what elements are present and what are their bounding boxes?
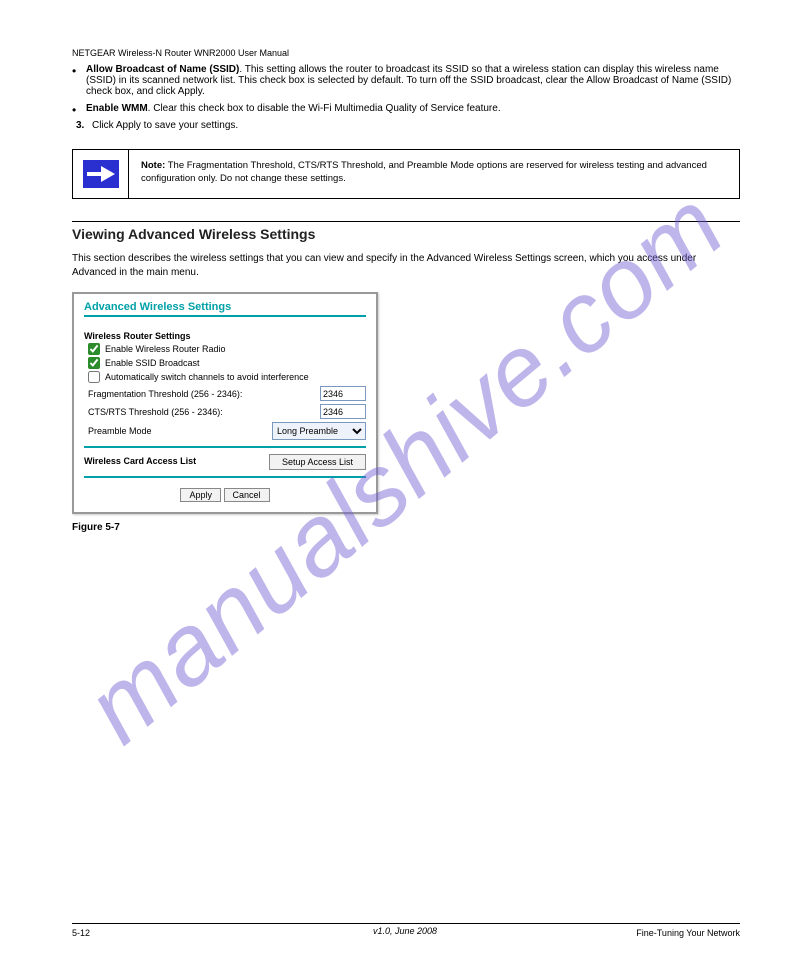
group-divider	[84, 476, 366, 478]
note-callout: Note: The Fragmentation Threshold, CTS/R…	[72, 149, 740, 199]
checkbox-row: Enable Wireless Router Radio	[88, 343, 366, 355]
section-heading: Viewing Advanced Wireless Settings	[72, 226, 740, 242]
enable-radio-checkbox[interactable]	[88, 343, 100, 355]
group-title: Wireless Router Settings	[84, 331, 366, 341]
enable-ssid-checkbox[interactable]	[88, 357, 100, 369]
bullet-item: Allow Broadcast of Name (SSID). This set…	[72, 64, 740, 97]
section-divider	[72, 221, 740, 222]
cts-threshold-input[interactable]	[320, 404, 366, 419]
setup-access-list-button[interactable]: Setup Access List	[269, 454, 366, 470]
checkbox-row: Automatically switch channels to avoid i…	[88, 371, 366, 383]
page-content: NETGEAR Wireless-N Router WNR2000 User M…	[72, 48, 740, 533]
checkbox-row: Enable SSID Broadcast	[88, 357, 366, 369]
field-row: CTS/RTS Threshold (256 - 2346):	[88, 404, 366, 419]
note-icon-cell	[73, 150, 129, 198]
checkbox-label: Enable SSID Broadcast	[105, 358, 200, 368]
bullet-bold: Allow Broadcast of Name (SSID)	[86, 64, 239, 75]
version-footer: v1.0, June 2008	[373, 926, 437, 936]
field-row: Fragmentation Threshold (256 - 2346):	[88, 386, 366, 401]
cts-threshold-label: CTS/RTS Threshold (256 - 2346):	[88, 407, 320, 417]
button-row: Apply Cancel	[84, 488, 366, 502]
access-list-label: Wireless Card Access List	[84, 456, 196, 466]
section-intro: This section describes the wireless sett…	[72, 252, 740, 280]
apply-button[interactable]: Apply	[180, 488, 221, 502]
preamble-select[interactable]: Long Preamble	[272, 422, 366, 440]
access-list-row: Wireless Card Access List Setup Access L…	[84, 454, 366, 470]
note-label: Note:	[141, 160, 165, 171]
step-number: 3.	[76, 120, 84, 131]
figure-label: Figure 5-7	[72, 522, 740, 533]
preamble-label: Preamble Mode	[88, 426, 272, 436]
cancel-button[interactable]: Cancel	[224, 488, 270, 502]
frag-threshold-label: Fragmentation Threshold (256 - 2346):	[88, 389, 320, 399]
bullet-item: Enable WMM. Clear this check box to disa…	[72, 103, 740, 114]
panel-title: Advanced Wireless Settings	[84, 301, 366, 317]
checkbox-label: Enable Wireless Router Radio	[105, 344, 226, 354]
note-body: The Fragmentation Threshold, CTS/RTS Thr…	[141, 160, 707, 184]
bullet-bold: Enable WMM	[86, 103, 148, 114]
bullet-rest: . Clear this check box to disable the Wi…	[148, 103, 501, 114]
numbered-step: 3. Click Apply to save your settings.	[72, 120, 740, 131]
note-text: Note: The Fragmentation Threshold, CTS/R…	[129, 150, 739, 198]
auto-channel-checkbox[interactable]	[88, 371, 100, 383]
doc-title-header: NETGEAR Wireless-N Router WNR2000 User M…	[72, 48, 740, 58]
settings-panel-screenshot: Advanced Wireless Settings Wireless Rout…	[72, 292, 378, 514]
field-row: Preamble Mode Long Preamble	[88, 422, 366, 440]
checkbox-label: Automatically switch channels to avoid i…	[105, 372, 309, 382]
step-text: Click Apply to save your settings.	[92, 120, 238, 131]
frag-threshold-input[interactable]	[320, 386, 366, 401]
page-number: 5-12	[72, 928, 90, 938]
arrow-right-icon	[83, 160, 119, 188]
group-divider	[84, 446, 366, 448]
chapter-title: Fine-Tuning Your Network	[636, 928, 740, 938]
